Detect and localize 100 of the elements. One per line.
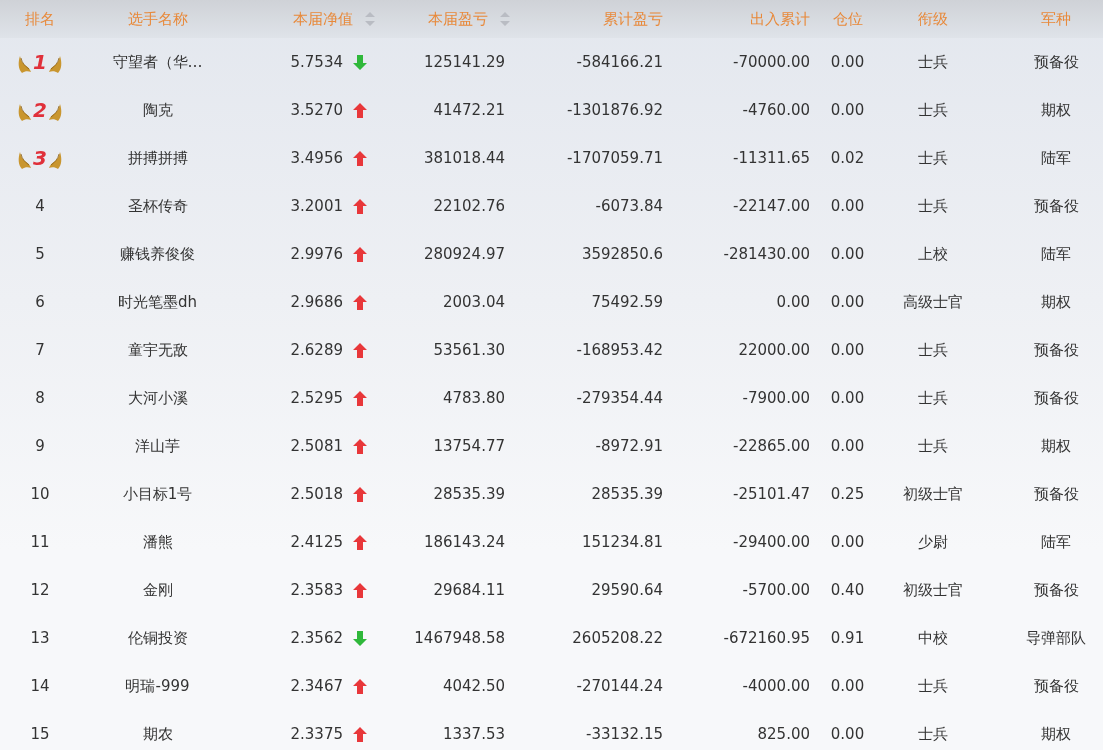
player-name: 拼搏拼搏 bbox=[127, 148, 188, 168]
rank-medal: 2 bbox=[18, 98, 62, 122]
player-name: 伦铜投资 bbox=[127, 628, 188, 648]
table-cell: -33132.15 bbox=[586, 725, 663, 743]
table-cell: 士兵 bbox=[917, 196, 948, 216]
table-cell: 825.00 bbox=[757, 725, 810, 743]
table-cell: 0.00 bbox=[830, 533, 865, 551]
rank-cell: 11 bbox=[30, 533, 50, 551]
net-value: 2.9686 bbox=[290, 293, 343, 311]
table-cell: 0.00 bbox=[830, 101, 865, 119]
table-cell: 41472.21 bbox=[433, 101, 505, 119]
table-cell: 0.00 bbox=[776, 293, 810, 311]
table-cell: 3592850.6 bbox=[581, 245, 663, 263]
player-name: 小目标1号 bbox=[122, 484, 193, 504]
table-cell: -1301876.92 bbox=[566, 101, 663, 119]
net-value: 2.5295 bbox=[290, 389, 343, 407]
column-header: 仓位 bbox=[832, 9, 863, 29]
rank-cell: 10 bbox=[30, 485, 50, 503]
table-cell: 1337.53 bbox=[442, 725, 505, 743]
column-header: 衔级 bbox=[917, 9, 948, 29]
table-cell: 预备役 bbox=[1033, 196, 1079, 216]
rank-cell: 13 bbox=[30, 629, 50, 647]
table-cell: 士兵 bbox=[917, 52, 948, 72]
table-cell: 0.40 bbox=[830, 581, 865, 599]
net-value: 3.4956 bbox=[290, 149, 343, 167]
table-cell: 期权 bbox=[1041, 100, 1071, 120]
player-name: 明瑞-999 bbox=[125, 676, 190, 696]
table-cell: -6073.84 bbox=[595, 197, 663, 215]
table-cell: 4042.50 bbox=[442, 677, 505, 695]
table-cell: 士兵 bbox=[917, 148, 948, 168]
table-cell: -584166.21 bbox=[576, 53, 663, 71]
rank-cell: 8 bbox=[35, 389, 45, 407]
table-cell: -4000.00 bbox=[742, 677, 810, 695]
sortable-column-header[interactable]: 本届盈亏 bbox=[428, 9, 510, 29]
table-cell: 28535.39 bbox=[433, 485, 505, 503]
table-cell: 预备役 bbox=[1033, 388, 1079, 408]
rank-cell: 14 bbox=[30, 677, 50, 695]
table-cell: -7900.00 bbox=[742, 389, 810, 407]
column-header: 军种 bbox=[1041, 9, 1071, 29]
table-cell: 0.00 bbox=[830, 437, 865, 455]
column-header: 排名 bbox=[25, 9, 55, 29]
table-cell: -8972.91 bbox=[595, 437, 663, 455]
net-value: 2.5081 bbox=[290, 437, 343, 455]
table-cell: 0.00 bbox=[830, 197, 865, 215]
rank-cell: 7 bbox=[35, 341, 45, 359]
net-value: 2.3375 bbox=[290, 725, 343, 743]
table-cell: 预备役 bbox=[1033, 676, 1079, 696]
rank-medal: 3 bbox=[18, 146, 62, 170]
table-cell: 280924.97 bbox=[423, 245, 505, 263]
sortable-column-header[interactable]: 本届净值 bbox=[293, 9, 375, 29]
table-cell: 0.02 bbox=[830, 149, 865, 167]
player-name: 赚钱养俊俊 bbox=[120, 244, 195, 264]
net-value: 3.2001 bbox=[290, 197, 343, 215]
table-cell: -11311.65 bbox=[733, 149, 810, 167]
player-name: 圣杯传奇 bbox=[127, 196, 188, 216]
table-cell: 0.00 bbox=[830, 725, 865, 743]
sort-icon[interactable] bbox=[365, 12, 375, 26]
table-cell: 186143.24 bbox=[423, 533, 505, 551]
table-cell: 陆军 bbox=[1041, 532, 1071, 552]
rank-cell: 15 bbox=[30, 725, 50, 743]
net-value: 2.3467 bbox=[290, 677, 343, 695]
column-header: 选手名称 bbox=[127, 9, 188, 29]
rank-cell: 6 bbox=[35, 293, 45, 311]
table-cell: -279354.44 bbox=[576, 389, 663, 407]
table-cell: 陆军 bbox=[1041, 244, 1071, 264]
table-cell: -29400.00 bbox=[733, 533, 810, 551]
table-cell: 0.00 bbox=[830, 677, 865, 695]
table-cell: 初级士官 bbox=[902, 484, 963, 504]
table-cell: 高级士官 bbox=[902, 292, 963, 312]
table-cell: -4760.00 bbox=[742, 101, 810, 119]
net-value: 5.7534 bbox=[290, 53, 343, 71]
table-cell: 1467948.58 bbox=[414, 629, 505, 647]
net-value: 3.5270 bbox=[290, 101, 343, 119]
table-cell: 士兵 bbox=[917, 676, 948, 696]
table-cell: 0.91 bbox=[830, 629, 865, 647]
table-cell: 导弹部队 bbox=[1026, 628, 1086, 648]
table-cell: 75492.59 bbox=[591, 293, 663, 311]
table-cell: 13754.77 bbox=[433, 437, 505, 455]
table-cell: 上校 bbox=[917, 244, 948, 264]
table-cell: 期权 bbox=[1041, 724, 1071, 744]
table-cell: 151234.81 bbox=[581, 533, 663, 551]
player-name: 童宇无敌 bbox=[127, 340, 188, 360]
net-value: 2.3562 bbox=[290, 629, 343, 647]
table-cell: 预备役 bbox=[1033, 580, 1079, 600]
table-cell: 0.00 bbox=[830, 53, 865, 71]
player-name: 陶克 bbox=[142, 100, 173, 120]
table-cell: 28535.39 bbox=[591, 485, 663, 503]
sort-icon[interactable] bbox=[500, 12, 510, 26]
table-cell: -672160.95 bbox=[723, 629, 810, 647]
table-cell: -25101.47 bbox=[733, 485, 810, 503]
rank-cell: 4 bbox=[35, 197, 45, 215]
rank-cell: 9 bbox=[35, 437, 45, 455]
table-cell: 预备役 bbox=[1033, 52, 1079, 72]
table-cell: 士兵 bbox=[917, 340, 948, 360]
net-value: 2.6289 bbox=[290, 341, 343, 359]
table-cell: 0.00 bbox=[830, 293, 865, 311]
table-cell: 29590.64 bbox=[591, 581, 663, 599]
table-cell: 预备役 bbox=[1033, 484, 1079, 504]
table-cell: 2605208.22 bbox=[572, 629, 663, 647]
table-cell: 士兵 bbox=[917, 388, 948, 408]
